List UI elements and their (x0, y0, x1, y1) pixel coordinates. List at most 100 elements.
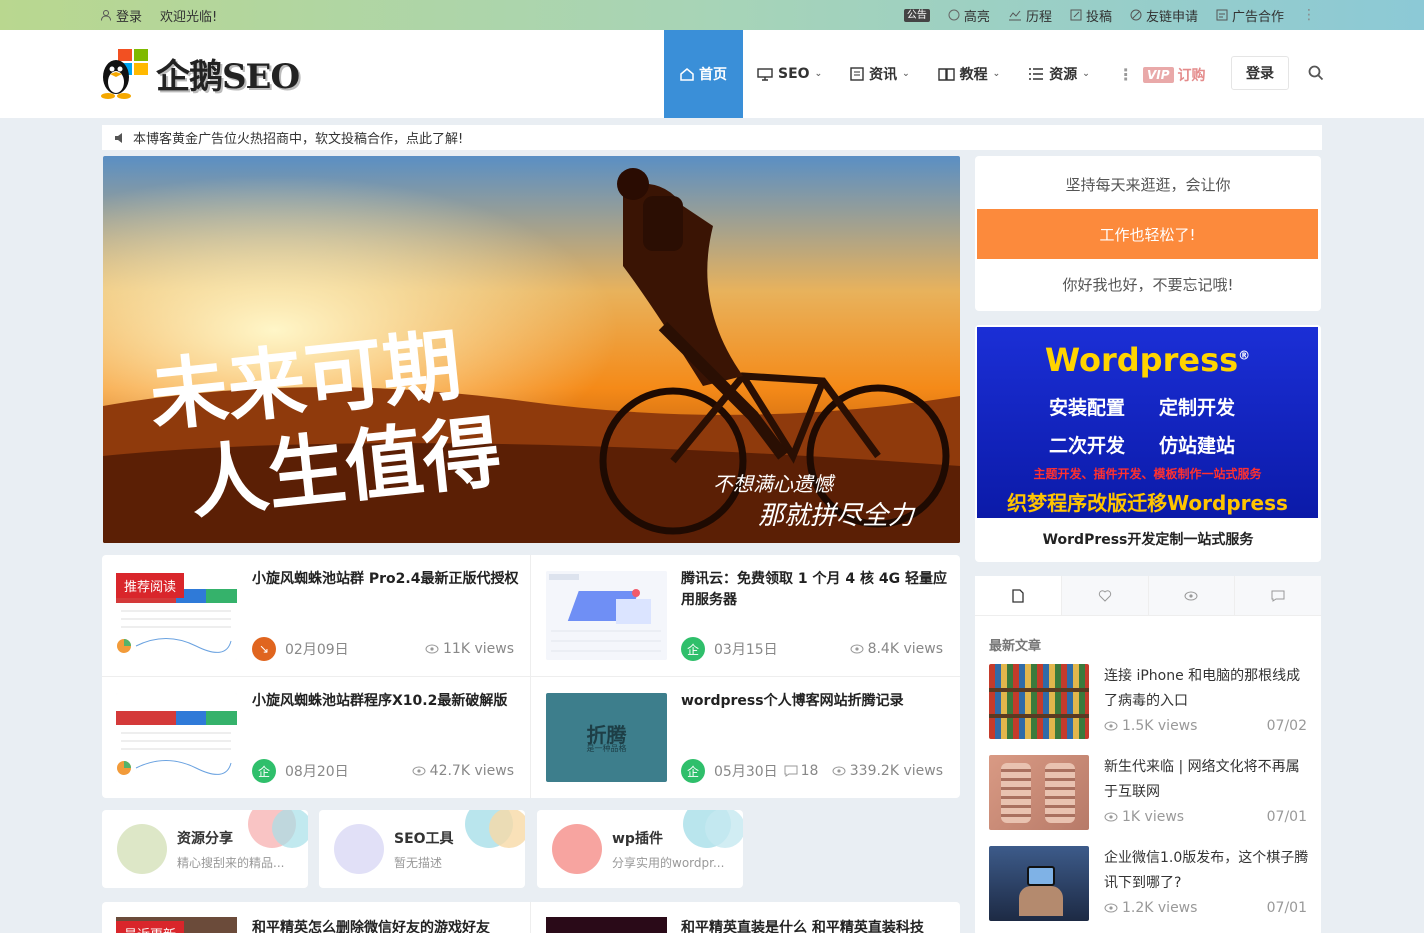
comment-icon (784, 765, 798, 777)
vip-order-link[interactable]: VIP 订购 (1143, 65, 1206, 85)
nav-resources[interactable]: 资源 ⌄ (1014, 30, 1104, 118)
submit-link[interactable]: 投稿 (1070, 6, 1112, 25)
nav-tutorial[interactable]: 教程 ⌄ (924, 30, 1015, 118)
category-desc: 分享实用的wordpr... (612, 856, 725, 870)
latest-title[interactable]: 连接 iPhone 和电脑的那根线成了病毒的入口 (1104, 664, 1309, 714)
latest-meta: 1.2K views 07/01 (1104, 900, 1307, 916)
post-title[interactable]: 和平精英怎么删除微信好友的游戏好友 (252, 917, 490, 933)
post-card[interactable]: 推荐阅读 小旋风蜘蛛池站群 Pro2.4最新正版代授权 ↘ 02月09日 11K… (102, 555, 531, 676)
chevron-down-icon: ⌄ (814, 69, 823, 79)
author-avatar[interactable]: 企 (681, 759, 705, 783)
top-login-link[interactable]: 登录 (100, 6, 142, 25)
latest-title[interactable]: 企业微信1.0版发布，这个棋子腾讯下到哪了? (1104, 846, 1309, 896)
category-card[interactable]: wp插件 分享实用的wordpr... (537, 810, 743, 888)
post-views: 8.4K views (850, 641, 943, 657)
tab-comments[interactable] (1234, 576, 1321, 615)
search-icon[interactable] (1308, 65, 1324, 85)
list-icon (1028, 67, 1044, 81)
promo-widget: 坚持每天来逛逛，会让你 工作也轻松了! 你好我也好，不要忘记哦! (975, 156, 1321, 311)
top-bar: 登录 欢迎光临! 公告 高亮 历程 投稿 友链申请 广告合作 ⋮ (0, 0, 1424, 30)
author-avatar[interactable]: 企 (252, 759, 276, 783)
category-desc: 精心搜刮来的精品... (177, 856, 285, 870)
category-icon (334, 824, 384, 874)
author-avatar[interactable]: ↘ (252, 637, 276, 661)
post-card[interactable]: 小旋风蜘蛛池站群程序X10.2最新破解版 企 08月20日 42.7K view… (102, 677, 531, 798)
post-title[interactable]: wordpress个人博客网站折腾记录 (681, 691, 949, 712)
post-title[interactable]: 腾讯云：免费领取 1 个月 4 核 4G 轻量应用服务器 (681, 569, 949, 611)
announcement-icon[interactable]: 公告 (903, 8, 930, 22)
sidebar-tabs (975, 576, 1321, 616)
post-card[interactable]: 折腾 是一种品格 wordpress个人博客网站折腾记录 企 05月30日 18… (531, 677, 960, 798)
latest-thumbnail[interactable] (989, 755, 1089, 830)
promo-button[interactable]: 工作也轻松了! (977, 209, 1318, 259)
notice-bar[interactable]: 本博客黄金广告位火热招商中，软文投稿合作，点此了解! (102, 125, 1322, 150)
login-button[interactable]: 登录 (1231, 56, 1289, 90)
post-title[interactable]: 小旋风蜘蛛池站群程序X10.2最新破解版 (252, 691, 520, 712)
category-desc: 暂无描述 (394, 856, 443, 870)
hero-banner[interactable]: 未来可期 人生值得 不想满心遗憾 那就拼尽全力 (103, 156, 960, 543)
notice-text: 本博客黄金广告位火热招商中，软文投稿合作，点此了解! (133, 132, 464, 147)
eye-icon (832, 766, 846, 776)
nav-home[interactable]: 首页 (664, 30, 743, 118)
ad-banner[interactable]: Wordpress® 安装配置 定制开发 二次开发 仿站建站 主题开发、插件开发… (977, 327, 1318, 518)
post-title[interactable]: 小旋风蜘蛛池站群 Pro2.4最新正版代授权 (252, 569, 520, 590)
post-thumbnail[interactable] (546, 917, 667, 933)
banner-sub1: 不想满心遗憾 (713, 472, 836, 496)
post-meta: 企 08月20日 42.7K views (252, 759, 514, 783)
nav-news[interactable]: 资讯 ⌄ (836, 30, 924, 118)
site-logo[interactable]: 企鹅SEO (94, 47, 300, 99)
promo-line2: 你好我也好，不要忘记哦! (1062, 276, 1234, 294)
latest-thumbnail[interactable] (989, 846, 1089, 921)
link-icon (1130, 9, 1142, 21)
speaker-icon (114, 132, 127, 144)
latest-item[interactable]: 连接 iPhone 和电脑的那根线成了病毒的入口 1.5K views 07/02 (989, 664, 1307, 740)
latest-item[interactable]: 新生代来临 | 网络文化将不再属于互联网 1K views 07/01 (989, 755, 1307, 831)
post-thumbnail[interactable]: 最近更新 (116, 917, 237, 933)
tab-latest[interactable] (975, 576, 1061, 615)
latest-meta: 1K views 07/01 (1104, 809, 1307, 825)
thumb-subtext: 是一种品格 (586, 744, 627, 753)
post-meta: 企 05月30日 18 339.2K views (681, 759, 943, 783)
chevron-down-icon: ⌄ (902, 69, 910, 79)
eye-icon (1104, 812, 1118, 822)
home-icon (680, 67, 694, 81)
ad-cooperation-link[interactable]: 广告合作 (1216, 6, 1284, 25)
highlight-icon (948, 9, 960, 21)
post-views: 339.2K views (832, 763, 943, 779)
category-card[interactable]: 资源分享 精心搜刮来的精品... (102, 810, 308, 888)
post-thumbnail[interactable] (546, 571, 667, 660)
latest-widget: 最新文章 连接 iPhone 和电脑的那根线成了病毒的入口 1.5K views… (975, 576, 1321, 933)
latest-title[interactable]: 新生代来临 | 网络文化将不再属于互联网 (1104, 755, 1309, 805)
ad-icon (1216, 9, 1228, 21)
monitor-icon (757, 67, 773, 81)
category-card[interactable]: SEO工具 暂无描述 (319, 810, 525, 888)
friendlink-link[interactable]: 友链申请 (1130, 6, 1198, 25)
ad-caption[interactable]: WordPress开发定制一站式服务 (975, 529, 1321, 549)
tab-liked[interactable] (1060, 576, 1148, 615)
post-date: 08月20日 (285, 764, 349, 780)
nav-more-icon[interactable]: ⋮ (1104, 30, 1148, 118)
author-avatar[interactable]: 企 (681, 637, 705, 661)
post-card[interactable]: 腾讯云：免费领取 1 个月 4 核 4G 轻量应用服务器 企 03月15日 8.… (531, 555, 960, 676)
post-thumbnail[interactable]: 折腾 是一种品格 (546, 693, 667, 782)
tab-popular[interactable] (1147, 576, 1235, 615)
post-thumbnail[interactable]: 推荐阅读 (116, 571, 237, 660)
post-date: 05月30日 (714, 764, 778, 780)
banner-sub2: 那就拼尽全力 (758, 501, 916, 531)
heart-icon (1098, 589, 1112, 602)
document-icon (1012, 588, 1024, 603)
post-title[interactable]: 和平精英直装是什么 和平精英直装科技 (681, 917, 924, 933)
nav-seo[interactable]: SEO ⌄ (743, 30, 836, 118)
highlight-link[interactable]: 高亮 (948, 6, 990, 25)
comment-icon (1271, 590, 1285, 602)
ad-item: 定制开发 (1159, 397, 1236, 419)
latest-item[interactable]: 企业微信1.0版发布，这个棋子腾讯下到哪了? 1.2K views 07/01 (989, 846, 1309, 922)
logo-image (94, 47, 150, 99)
eye-icon (1184, 591, 1198, 601)
post-thumbnail[interactable] (116, 693, 237, 782)
latest-thumbnail[interactable] (989, 664, 1089, 739)
more-icon[interactable]: ⋮ (1302, 7, 1316, 23)
history-link[interactable]: 历程 (1008, 6, 1052, 25)
chevron-down-icon: ⌄ (1082, 69, 1090, 79)
chart-icon (1008, 9, 1022, 21)
